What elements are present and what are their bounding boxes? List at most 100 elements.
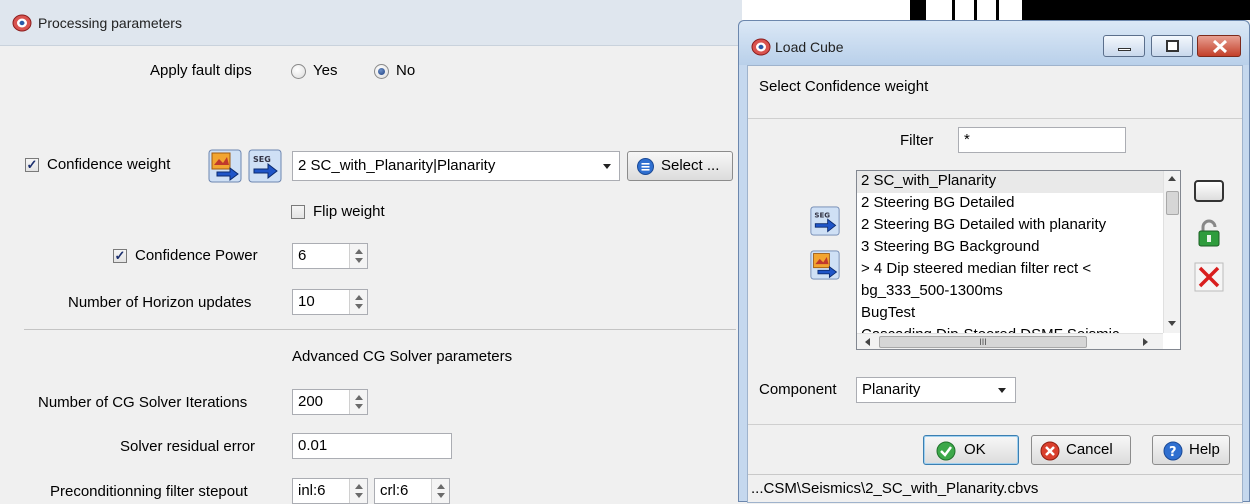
spin-arrows-icon[interactable]	[431, 479, 449, 503]
segy-import-icon[interactable]: SEG	[248, 149, 282, 183]
horizontal-scrollbar[interactable]: III	[857, 333, 1163, 349]
stepout-crossline-spinbox[interactable]: crl:6	[374, 478, 450, 504]
component-label: Component	[759, 381, 837, 398]
scroll-up-icon[interactable]	[1168, 176, 1176, 181]
vertical-scrollbar[interactable]	[1163, 171, 1180, 333]
flip-weight-checkbox[interactable]	[291, 205, 305, 219]
select-button-label: Select ...	[661, 157, 720, 174]
window-title: Processing parameters	[38, 15, 182, 31]
list-item[interactable]: bg_333_500-1300ms	[857, 281, 1164, 303]
chevron-down-icon	[998, 388, 1006, 393]
divider	[748, 118, 1242, 119]
maximize-button[interactable]	[1151, 35, 1193, 57]
horizon-updates-spinbox[interactable]: 10	[292, 289, 368, 315]
cg-iterations-label: Number of CG Solver Iterations	[38, 394, 248, 411]
scroll-left-icon[interactable]	[865, 338, 870, 346]
list-item[interactable]: > 4 Dip steered median filter rect <	[857, 259, 1164, 281]
list-item[interactable]: 2 Steering BG Detailed	[857, 193, 1164, 215]
select-button[interactable]: Select ...	[627, 151, 733, 181]
flip-weight-label[interactable]: Flip weight	[313, 203, 385, 220]
confidence-power-spinbox[interactable]: 6	[292, 243, 368, 269]
opendtect-app-icon	[12, 14, 32, 32]
fault-dips-no-label[interactable]: No	[396, 62, 415, 79]
fault-dips-no-radio[interactable]	[374, 64, 389, 79]
horizon-updates-label: Number of Horizon updates	[68, 294, 252, 311]
list-item[interactable]: BugTest	[857, 303, 1164, 325]
scroll-down-icon[interactable]	[1168, 321, 1176, 326]
confidence-power-checkbox[interactable]: ✓	[113, 249, 127, 263]
lock-icon[interactable]	[1194, 218, 1224, 248]
checkmark-icon	[936, 441, 956, 461]
help-button[interactable]: ? Help	[1152, 435, 1230, 465]
svg-text:SEG: SEG	[253, 155, 271, 164]
opendtect-app-icon	[751, 38, 771, 56]
image-import-icon[interactable]	[208, 149, 242, 183]
stepout-inline-spinbox[interactable]: inl:6	[292, 478, 368, 504]
vertical-scroll-thumb[interactable]	[1166, 191, 1179, 215]
dialog-title: Load Cube	[775, 39, 844, 55]
ok-button-label: OK	[964, 441, 986, 458]
dialog-title-bar: Load Cube	[739, 21, 1249, 65]
cube-list-items: 2 SC_with_Planarity 2 Steering BG Detaile…	[857, 171, 1164, 347]
advanced-solver-heading: Advanced CG Solver parameters	[292, 348, 513, 365]
residual-error-label: Solver residual error	[120, 438, 256, 455]
filter-input[interactable]: *	[958, 127, 1126, 153]
confidence-weight-checkbox[interactable]: ✓	[25, 158, 39, 172]
apply-fault-dips-label: Apply fault dips	[150, 62, 252, 79]
cg-iterations-spinbox[interactable]: 200	[292, 389, 368, 415]
fault-dips-yes-label[interactable]: Yes	[313, 62, 337, 79]
ok-button[interactable]: OK	[923, 435, 1019, 465]
stepout-crossline-value: crl:6	[380, 482, 409, 499]
confidence-power-value: 6	[298, 247, 307, 264]
rectangle-icon[interactable]	[1194, 180, 1224, 202]
help-icon: ?	[1163, 441, 1183, 461]
list-item[interactable]: 3 Steering BG Background	[857, 237, 1164, 259]
confidence-weight-value: 2 SC_with_Planarity|Planarity	[298, 157, 496, 174]
minimize-icon	[1118, 48, 1131, 51]
filter-value: *	[964, 131, 970, 148]
spin-arrows-icon[interactable]	[349, 290, 367, 314]
close-button[interactable]	[1197, 35, 1241, 57]
load-cube-dialog: Load Cube Select Confidence weight Filte…	[738, 20, 1250, 503]
select-list-icon	[637, 158, 654, 175]
dialog-heading: Select Confidence weight	[759, 78, 929, 95]
spin-arrows-icon[interactable]	[349, 390, 367, 414]
title-bar: Processing parameters	[0, 0, 742, 46]
minimize-button[interactable]	[1103, 35, 1145, 57]
horizontal-scroll-thumb[interactable]: III	[879, 336, 1087, 348]
stepout-inline-value: inl:6	[298, 482, 326, 499]
close-icon	[1212, 39, 1228, 54]
svg-text:?: ?	[1169, 445, 1177, 460]
svg-text:SEG: SEG	[814, 210, 830, 219]
image-import-icon[interactable]	[810, 250, 840, 280]
confidence-power-label: Confidence Power	[135, 247, 258, 264]
list-item[interactable]: 2 Steering BG Detailed with planarity	[857, 215, 1164, 237]
filter-label: Filter	[900, 132, 934, 149]
delete-icon[interactable]	[1194, 262, 1224, 292]
list-item[interactable]: 2 SC_with_Planarity	[857, 171, 1164, 193]
cancel-button-label: Cancel	[1066, 441, 1113, 458]
cancel-button[interactable]: Cancel	[1031, 435, 1131, 465]
residual-error-input[interactable]: 0.01	[292, 433, 452, 459]
spin-arrows-icon[interactable]	[349, 479, 367, 503]
divider	[24, 329, 736, 330]
residual-error-value: 0.01	[298, 437, 328, 454]
status-path: ...CSM\Seismics\2_SC_with_Planarity.cbvs	[751, 480, 1039, 497]
component-combobox[interactable]: Planarity	[856, 377, 1016, 403]
processing-parameters-window: Processing parameters Apply fault dips Y…	[0, 0, 742, 504]
chevron-down-icon	[603, 164, 611, 169]
help-button-label: Help	[1189, 441, 1220, 458]
scroll-right-icon[interactable]	[1143, 338, 1148, 346]
component-value: Planarity	[862, 381, 921, 398]
confidence-weight-label: Confidence weight	[47, 156, 171, 173]
maximize-icon	[1166, 40, 1179, 52]
fault-dips-yes-radio[interactable]	[291, 64, 306, 79]
cube-list[interactable]: 2 SC_with_Planarity 2 Steering BG Detaile…	[856, 170, 1181, 350]
segy-import-icon[interactable]: SEG	[810, 206, 840, 236]
divider	[748, 424, 1242, 425]
spin-arrows-icon[interactable]	[349, 244, 367, 268]
dialog-client: Select Confidence weight Filter * 2 SC_w…	[747, 65, 1243, 503]
horizon-updates-value: 10	[298, 293, 315, 310]
confidence-weight-combobox[interactable]: 2 SC_with_Planarity|Planarity	[292, 151, 620, 181]
background-window-strip	[742, 0, 1250, 20]
